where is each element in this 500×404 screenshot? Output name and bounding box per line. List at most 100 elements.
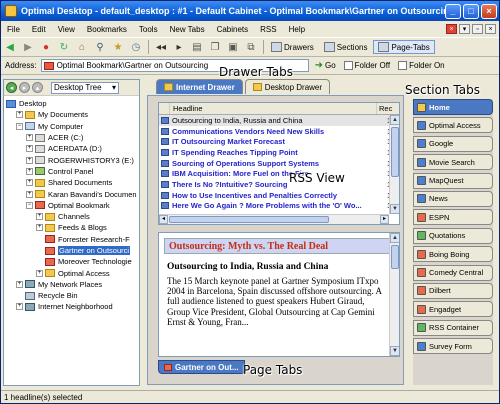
scroll-up-icon[interactable]: ▲ — [390, 233, 399, 243]
next-tab-icon[interactable]: ▸ — [171, 40, 187, 54]
menu-file[interactable]: File — [1, 25, 26, 34]
expand-icon[interactable]: + — [36, 224, 43, 232]
scroll-down-icon[interactable]: ▼ — [390, 204, 399, 214]
maximize-button[interactable]: □ — [463, 3, 479, 19]
article-headline[interactable]: Outsourcing to India, Russia and China — [167, 262, 391, 272]
sections-toggle[interactable]: Sections — [320, 41, 372, 53]
scroll-down-icon[interactable]: ▼ — [390, 346, 399, 356]
tree-node-recycle-bin[interactable]: Recycle Bin — [4, 290, 139, 301]
rss-row[interactable]: Sourcing of Operations Support Systems11… — [159, 158, 399, 169]
tree-forward-icon[interactable]: ▸ — [19, 82, 30, 93]
rss-row[interactable]: There Is No ?Intuitive? Sourcing11/ — [159, 179, 399, 190]
expand-icon[interactable]: + — [26, 167, 33, 175]
go-button[interactable]: ➜ Go — [315, 60, 336, 71]
tree-view-select[interactable]: Desktop Tree ▾ — [51, 81, 119, 94]
expand-icon[interactable]: + — [16, 303, 23, 311]
expand-icon[interactable]: + — [26, 145, 33, 153]
tree-node-forrester[interactable]: Forrester Research-F — [4, 234, 139, 245]
rss-row[interactable]: IBM Acquisition: More Fuel on the Fire11… — [159, 168, 399, 179]
section-tab-home[interactable]: Home — [413, 99, 493, 115]
rss-row[interactable]: How to Use Incentives and Penalties Corr… — [159, 190, 399, 201]
new-tab-icon[interactable]: ▤ — [189, 40, 205, 54]
drawers-toggle[interactable]: Drawers — [267, 41, 318, 53]
tree-node-shared-documents[interactable]: + Shared Documents — [4, 177, 139, 188]
collapse-icon[interactable]: − — [16, 122, 23, 130]
tree-node-internet-neighborhood[interactable]: + Internet Neighborhood — [4, 301, 139, 312]
menu-tools[interactable]: Tools — [133, 25, 164, 34]
section-tab-optimal-access[interactable]: Optimal Access — [413, 117, 493, 134]
tree-back-icon[interactable]: ◂ — [6, 82, 17, 93]
favorites-icon[interactable]: ★ — [110, 40, 126, 54]
expand-icon[interactable]: + — [36, 269, 43, 277]
section-tab-engadget[interactable]: Engadget — [413, 301, 493, 318]
window-icon[interactable]: ▣ — [225, 40, 241, 54]
menu-new-tabs[interactable]: New Tabs — [164, 25, 211, 34]
tree-node-feeds-blogs[interactable]: + Feeds & Blogs — [4, 222, 139, 233]
column-icon-header[interactable] — [159, 103, 170, 114]
tree-node-my-documents[interactable]: + My Documents — [4, 109, 139, 120]
section-tab-rss-container[interactable]: RSS Container — [413, 319, 493, 336]
section-tab-quotations[interactable]: Quotations — [413, 227, 493, 244]
section-tab-movie-search[interactable]: Movie Search — [413, 154, 493, 171]
expand-icon[interactable]: + — [26, 156, 33, 164]
section-tab-news[interactable]: News — [413, 190, 493, 207]
scroll-left-icon[interactable]: ◂ — [159, 215, 168, 224]
tree-node-drive-e[interactable]: + ROGERWHISTORY3 (E:) — [4, 154, 139, 165]
section-tab-comedy-central[interactable]: Comedy Central — [413, 264, 493, 281]
menu-edit[interactable]: Edit — [26, 25, 52, 34]
drawer-tab-internet[interactable]: Internet Drawer — [156, 79, 243, 94]
tree-node-user-documents[interactable]: + Karan Bavandi's Documen — [4, 188, 139, 199]
rss-horizontal-scrollbar[interactable]: ◂ ▸ — [159, 214, 389, 224]
menu-help[interactable]: Help — [283, 25, 311, 34]
expand-icon[interactable]: + — [26, 179, 33, 187]
page-tab-gartner[interactable]: Gartner on Out... — [158, 360, 245, 374]
forward-icon[interactable]: ▶ — [20, 40, 36, 54]
drawer-tab-desktop[interactable]: Desktop Drawer — [244, 79, 331, 94]
tree-node-optimal-access[interactable]: + Optimal Access — [4, 267, 139, 278]
tree-node-moreover[interactable]: Moreover Technologie — [4, 256, 139, 267]
section-tab-survey-form[interactable]: Survey Form — [413, 338, 493, 355]
tree-node-desktop[interactable]: Desktop — [4, 98, 139, 109]
menu-cabinets[interactable]: Cabinets — [211, 25, 255, 34]
scroll-thumb[interactable] — [169, 216, 329, 223]
history-icon[interactable]: ◷ — [128, 40, 144, 54]
tree-node-control-panel[interactable]: + Control Panel — [4, 166, 139, 177]
section-tab-mapquest[interactable]: MapQuest — [413, 172, 493, 189]
menu-bookmarks[interactable]: Bookmarks — [81, 25, 133, 34]
section-tab-espn[interactable]: ESPN — [413, 209, 493, 226]
tree-node-network-places[interactable]: + My Network Places — [4, 279, 139, 290]
scroll-thumb[interactable] — [391, 127, 399, 177]
tree-node-my-computer[interactable]: − My Computer — [4, 121, 139, 132]
cascade-icon[interactable]: ⧉ — [243, 40, 259, 54]
prev-tab-icon[interactable]: ◂◂ — [153, 40, 169, 54]
tree-node-drive-d[interactable]: + ACERDATA (D:) — [4, 143, 139, 154]
expand-icon[interactable]: + — [16, 111, 23, 119]
expand-icon[interactable]: + — [26, 134, 33, 142]
minimize-button[interactable]: _ — [445, 3, 461, 19]
search-icon[interactable]: ⚲ — [92, 40, 108, 54]
tree-node-drive-c[interactable]: + ACER (C:) — [4, 132, 139, 143]
copy-icon[interactable]: ❐ — [207, 40, 223, 54]
expand-icon[interactable]: + — [26, 190, 33, 198]
rss-row[interactable]: Communications Vendors Need New Skills11… — [159, 126, 399, 137]
back-icon[interactable]: ◀ — [2, 40, 18, 54]
expand-icon[interactable]: + — [16, 280, 23, 288]
section-tab-google[interactable]: Google — [413, 135, 493, 152]
scroll-up-icon[interactable]: ▲ — [390, 115, 399, 125]
tree-node-optimal-bookmark[interactable]: − Optimal Bookmark — [4, 200, 139, 211]
folder-off-checkbox[interactable]: Folder Off — [343, 61, 390, 70]
preview-vertical-scrollbar[interactable]: ▲ ▼ — [389, 233, 399, 356]
tree-node-gartner[interactable]: Gartner on Outsourci — [4, 245, 139, 256]
menu-view[interactable]: View — [52, 25, 81, 34]
mdi-restore-icon[interactable]: ▫ — [472, 24, 483, 34]
rss-row[interactable]: Outsourcing to India, Russia and China11… — [159, 115, 399, 126]
scroll-thumb[interactable] — [391, 245, 399, 269]
page-tabs-toggle[interactable]: Page-Tabs — [373, 40, 435, 54]
menu-rss[interactable]: RSS — [254, 25, 282, 34]
column-received[interactable]: Rec — [377, 103, 399, 114]
rss-vertical-scrollbar[interactable]: ▲ ▼ — [389, 115, 399, 214]
mdi-menu-icon[interactable]: ▾ — [459, 24, 470, 34]
close-button[interactable]: × — [481, 3, 497, 19]
mdi-close-doc-icon[interactable]: × — [485, 24, 496, 34]
mdi-close-icon[interactable]: × — [446, 24, 457, 34]
